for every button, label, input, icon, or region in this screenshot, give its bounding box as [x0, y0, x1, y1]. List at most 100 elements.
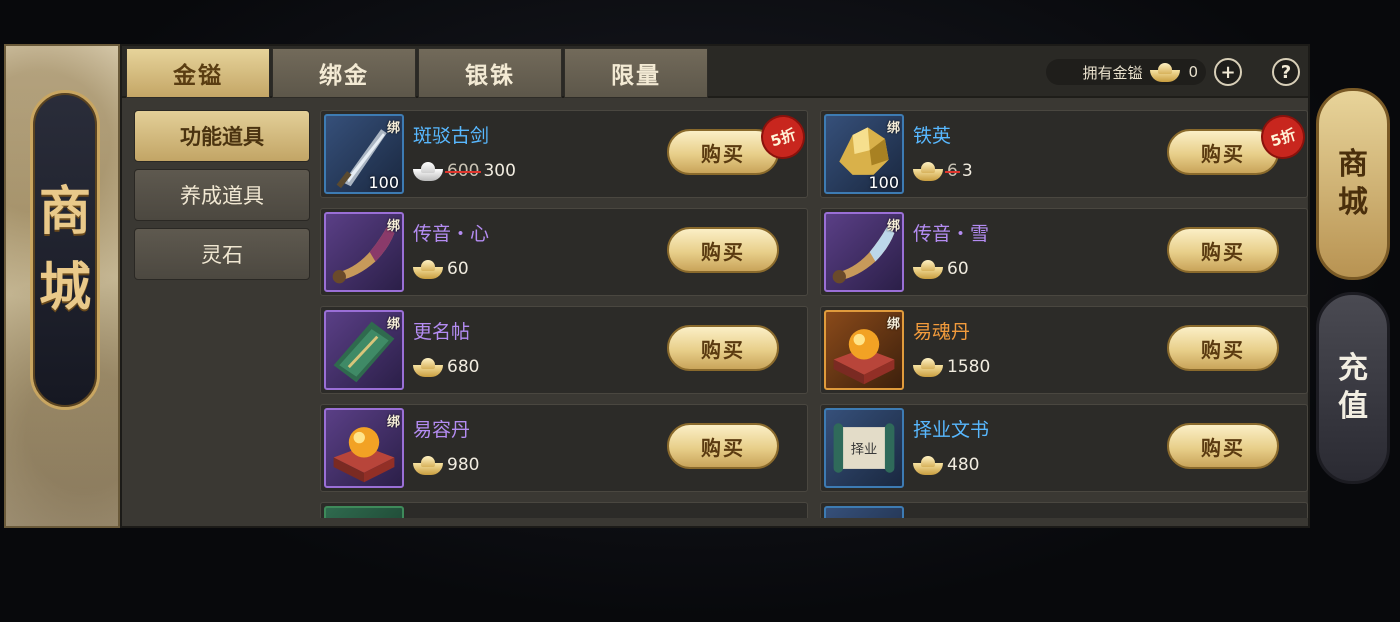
plus-icon[interactable]: + — [1214, 58, 1242, 86]
bind-tag: 绑 — [386, 219, 400, 234]
shop-panel: 金镒 绑金 银铢 限量 拥有金镒 0 + ? 功能道具 养成道具 灵石 绑 10… — [120, 44, 1310, 528]
scroll-icon: 择业 — [833, 423, 895, 473]
side-tab-char: 充 — [1338, 351, 1368, 386]
item-price: 980 — [413, 455, 479, 475]
item-thumb[interactable]: 绑 — [824, 310, 904, 390]
tab-gold[interactable]: 金镒 — [126, 48, 270, 98]
item-thumb[interactable] — [324, 506, 404, 518]
gold-ingot-icon — [913, 455, 943, 475]
item-price-value: 60 — [947, 259, 969, 279]
item-name: 易魂丹 — [913, 321, 971, 343]
shop-screen: 商 城 金镒 绑金 银铢 限量 拥有金镒 0 + ? 功能道具 养成道具 灵石 … — [0, 0, 1400, 622]
category-function-items[interactable]: 功能道具 — [134, 110, 310, 162]
bind-tag: 绑 — [386, 121, 400, 136]
gold-ingot-icon — [913, 161, 943, 181]
item-quantity: 100 — [368, 173, 399, 192]
item-price-value: 480 — [947, 455, 980, 475]
item-card: 绑 传音・雪 60 购买 — [820, 208, 1308, 296]
item-name: 易容丹 — [413, 419, 471, 441]
shop-banner: 商 城 — [4, 44, 120, 528]
item-name: 传音・雪 — [913, 223, 990, 245]
item-price-value: 680 — [447, 357, 480, 377]
item-price-value: 3 — [961, 161, 973, 181]
item-price: 6 3 — [913, 161, 973, 181]
item-price: 480 — [913, 455, 979, 475]
bind-tag: 绑 — [386, 317, 400, 332]
side-tab-char: 城 — [1338, 185, 1368, 220]
item-card: 绑 易容丹 980 购买 — [320, 404, 808, 492]
item-name: 更名帖 — [413, 321, 471, 343]
buy-button[interactable]: 购买 — [1167, 227, 1279, 273]
tab-silver[interactable]: 银铢 — [418, 48, 562, 98]
item-name: 择业文书 — [913, 419, 990, 441]
item-price: 60 — [913, 259, 969, 279]
item-price-value: 1580 — [947, 357, 991, 377]
bind-tag: 绑 — [886, 317, 900, 332]
question-icon[interactable]: ? — [1272, 58, 1300, 86]
buy-button[interactable]: 购买 — [1167, 423, 1279, 469]
item-old-price: 600 — [444, 161, 482, 181]
item-card — [820, 502, 1308, 518]
silver-ingot-icon — [413, 161, 443, 181]
currency-amount: 0 — [1188, 63, 1198, 81]
item-card: 绑 传音・心 60 购买 — [320, 208, 808, 296]
item-old-price: 6 — [945, 161, 960, 181]
gold-ingot-icon — [913, 357, 943, 377]
side-tab-shop[interactable]: 商 城 — [1316, 88, 1390, 280]
item-card — [320, 502, 808, 518]
tab-bound-gold[interactable]: 绑金 — [272, 48, 416, 98]
item-price-value: 300 — [483, 161, 516, 181]
scroll-text: 择业 — [851, 442, 878, 458]
category-list: 功能道具 养成道具 灵石 — [134, 110, 310, 287]
item-card: 择业 择业文书 480 购买 — [820, 404, 1308, 492]
item-price: 600 300 — [413, 161, 516, 181]
item-thumb[interactable]: 绑 — [324, 408, 404, 488]
item-card: 绑 100 斑驳古剑 600 300 购买 5折 — [320, 110, 809, 198]
item-thumb[interactable]: 绑 100 — [324, 114, 404, 194]
item-card: 绑 更名帖 680 购买 — [320, 306, 808, 394]
category-spirit-stone[interactable]: 灵石 — [134, 228, 310, 280]
bind-tag: 绑 — [386, 415, 400, 430]
item-price: 680 — [413, 357, 479, 377]
item-thumb[interactable]: 绑 — [324, 310, 404, 390]
item-card: 绑 100 铁英 6 3 购买 5折 — [820, 110, 1309, 198]
gold-ingot-icon — [913, 259, 943, 279]
buy-button[interactable]: 购买 — [667, 423, 779, 469]
item-price: 1580 — [913, 357, 990, 377]
item-thumb[interactable]: 绑 — [824, 212, 904, 292]
item-thumb[interactable]: 绑 — [324, 212, 404, 292]
buy-button[interactable]: 购买 — [1167, 325, 1279, 371]
banner-title-char: 商 — [38, 181, 91, 242]
buy-button[interactable]: 购买 — [667, 325, 779, 371]
currency-tabbar: 金镒 绑金 银铢 限量 拥有金镒 0 + ? — [122, 46, 1308, 98]
banner-title-char: 城 — [38, 257, 91, 318]
item-thumb[interactable]: 择业 — [824, 408, 904, 488]
item-price: 60 — [413, 259, 469, 279]
buy-button[interactable]: 购买 — [667, 227, 779, 273]
side-tab-recharge[interactable]: 充 值 — [1316, 292, 1390, 484]
tab-limited[interactable]: 限量 — [564, 48, 708, 98]
item-price-value: 980 — [447, 455, 480, 475]
bind-tag: 绑 — [886, 219, 900, 234]
side-tab-char: 商 — [1338, 147, 1368, 182]
currency-pill: 拥有金镒 0 — [1046, 59, 1206, 85]
currency-label: 拥有金镒 — [1082, 63, 1143, 82]
gold-ingot-icon — [413, 455, 443, 475]
item-quantity: 100 — [868, 173, 899, 192]
bind-tag: 绑 — [886, 121, 900, 136]
gold-ingot-icon — [413, 357, 443, 377]
item-grid: 绑 100 斑驳古剑 600 300 购买 5折 绑 100 铁英 6 3 购买… — [320, 110, 1312, 518]
side-tab-char: 值 — [1338, 389, 1368, 424]
item-name: 斑驳古剑 — [413, 125, 490, 147]
category-growth-items[interactable]: 养成道具 — [134, 169, 310, 221]
item-name: 铁英 — [913, 125, 952, 147]
gold-ingot-icon — [413, 259, 443, 279]
currency-display: 拥有金镒 0 + ? — [1046, 56, 1300, 88]
item-thumb[interactable] — [824, 506, 904, 518]
banner-plaque: 商 城 — [30, 90, 100, 410]
item-name: 传音・心 — [413, 223, 490, 245]
gold-ingot-icon — [1150, 62, 1181, 82]
item-price-value: 60 — [447, 259, 469, 279]
item-thumb[interactable]: 绑 100 — [824, 114, 904, 194]
item-card: 绑 易魂丹 1580 购买 — [820, 306, 1308, 394]
